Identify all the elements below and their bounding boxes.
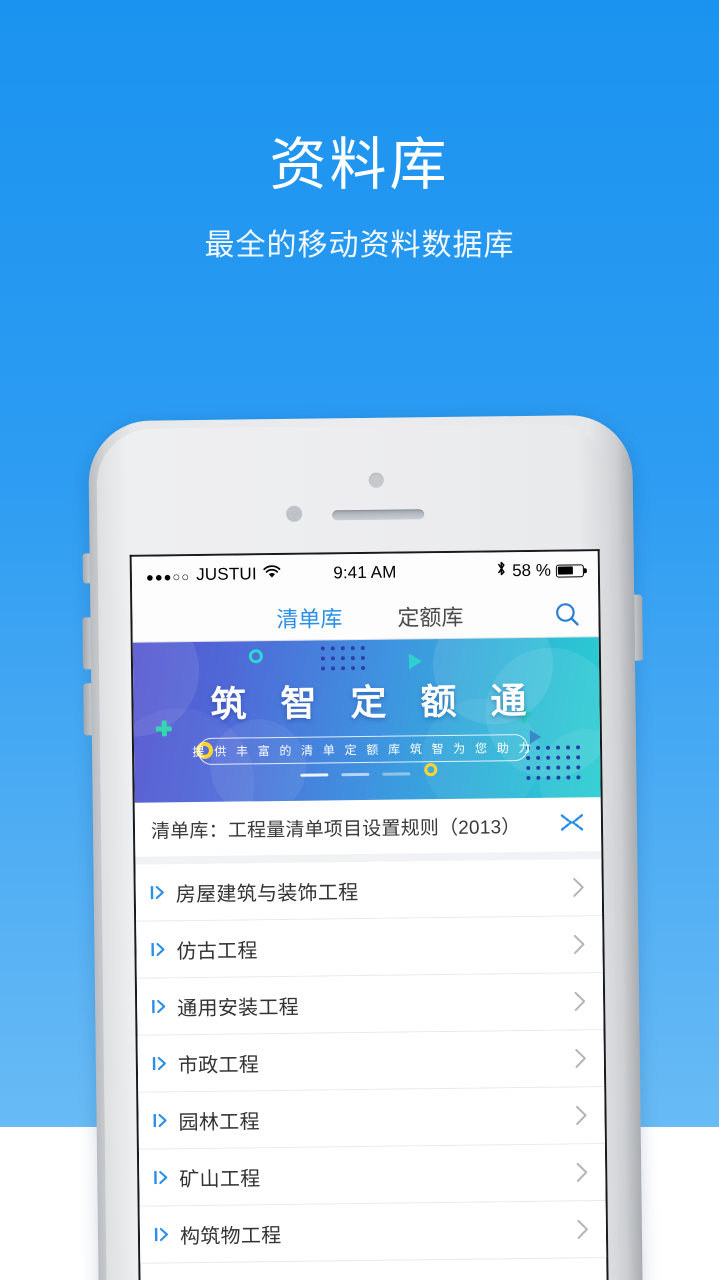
status-bar-right: 58 % xyxy=(396,559,584,583)
wifi-icon xyxy=(263,564,281,584)
signal-dots-icon: ●●●○○ xyxy=(145,568,191,585)
bar-chevron-icon xyxy=(152,1054,178,1072)
bar-chevron-icon xyxy=(152,1111,178,1129)
banner-triangle-decor xyxy=(408,653,423,670)
bar-chevron-icon xyxy=(150,940,176,958)
carrier-label: JUSTUI xyxy=(196,564,257,585)
status-bar-time: 9:41 AM xyxy=(333,562,397,583)
list-item[interactable]: 园林工程 xyxy=(138,1087,605,1150)
chevron-right-icon xyxy=(572,1218,590,1240)
phone-screen: ●●●○○ JUSTUI 9:41 AM 58 % 清单库 定额库 筑 智 定 … xyxy=(129,549,609,1280)
bar-chevron-icon xyxy=(151,997,177,1015)
list-item[interactable]: 通用安装工程 xyxy=(136,973,604,1036)
banner-dash-decor xyxy=(300,772,411,777)
chevron-right-icon xyxy=(568,876,586,898)
list-item[interactable]: 构筑物工程 xyxy=(139,1201,607,1264)
list-item-label: 园林工程 xyxy=(178,1110,260,1134)
bar-chevron-icon xyxy=(154,1225,180,1243)
bluetooth-icon xyxy=(496,560,507,582)
chevron-right-icon xyxy=(570,1104,588,1126)
promo-banner[interactable]: 筑 智 定 额 通 提 供 丰 富 的 清 单 定 额 库 筑 智 为 您 助 … xyxy=(132,637,605,803)
battery-percent-label: 58 % xyxy=(512,560,552,581)
bar-chevron-icon xyxy=(150,883,176,901)
mute-switch-button[interactable] xyxy=(82,553,90,584)
status-bar-left: ●●●○○ JUSTUI xyxy=(146,563,334,585)
list-item[interactable]: 市政工程 xyxy=(137,1030,605,1093)
banner-dot-grid xyxy=(320,645,366,671)
volume-down-button[interactable] xyxy=(83,683,92,736)
front-camera-icon xyxy=(368,472,384,488)
volume-up-button[interactable] xyxy=(82,617,92,670)
list-item[interactable]: 仿古工程 xyxy=(136,916,603,979)
banner-subtitle: 提 供 丰 富 的 清 单 定 额 库 筑 智 为 您 助 力 xyxy=(192,733,534,766)
power-button[interactable] xyxy=(634,594,643,661)
chevron-right-icon xyxy=(569,990,587,1012)
shuffle-icon[interactable] xyxy=(559,812,585,837)
list-item-label: 房屋建筑与装饰工程 xyxy=(175,881,359,906)
list-item-label: 仿古工程 xyxy=(176,939,258,963)
list-item-label: 市政工程 xyxy=(177,1053,260,1077)
proximity-sensor-icon xyxy=(286,505,303,522)
chevron-right-icon xyxy=(568,933,586,955)
bar-chevron-icon xyxy=(153,1168,179,1186)
chevron-right-icon xyxy=(570,1047,588,1069)
battery-icon xyxy=(555,563,584,578)
library-header-row[interactable]: 清单库：工程量清单项目设置规则（2013） xyxy=(134,797,602,857)
banner-ring-decor xyxy=(248,649,263,664)
promo-headline-block: 资料库 最全的移动资料数据库 xyxy=(0,132,719,268)
phone-mockup: ●●●○○ JUSTUI 9:41 AM 58 % 清单库 定额库 筑 智 定 … xyxy=(80,414,651,1280)
page-title: 资料库 xyxy=(269,133,450,197)
search-icon[interactable] xyxy=(552,599,582,629)
library-header-title: 清单库：工程量清单项目设置规则（2013） xyxy=(150,816,521,843)
banner-title: 筑 智 定 额 通 xyxy=(210,679,539,725)
list-item[interactable]: 矿山工程 xyxy=(138,1144,606,1207)
list-item[interactable]: 房屋建筑与装饰工程 xyxy=(135,859,603,922)
page-subtitle: 最全的移动资料数据库 xyxy=(204,229,515,262)
banner-yellow-ring-bottom xyxy=(424,763,438,777)
list-item-label: 构筑物工程 xyxy=(179,1224,282,1248)
category-list: 房屋建筑与装饰工程 仿古工程通用安装工程 市政工程园林工程矿山工程构筑物工程 xyxy=(135,859,607,1264)
tab-bar: 清单库 定额库 xyxy=(132,589,599,643)
earpiece-speaker-icon xyxy=(332,509,425,521)
banner-dot-grid xyxy=(526,745,581,780)
tab-dingeku[interactable]: 定额库 xyxy=(397,600,463,637)
list-item-label: 通用安装工程 xyxy=(177,996,300,1020)
tab-qingdanku[interactable]: 清单库 xyxy=(276,601,342,638)
list-item-label: 矿山工程 xyxy=(179,1167,261,1191)
chevron-right-icon xyxy=(571,1161,589,1183)
status-bar: ●●●○○ JUSTUI 9:41 AM 58 % xyxy=(131,551,599,595)
